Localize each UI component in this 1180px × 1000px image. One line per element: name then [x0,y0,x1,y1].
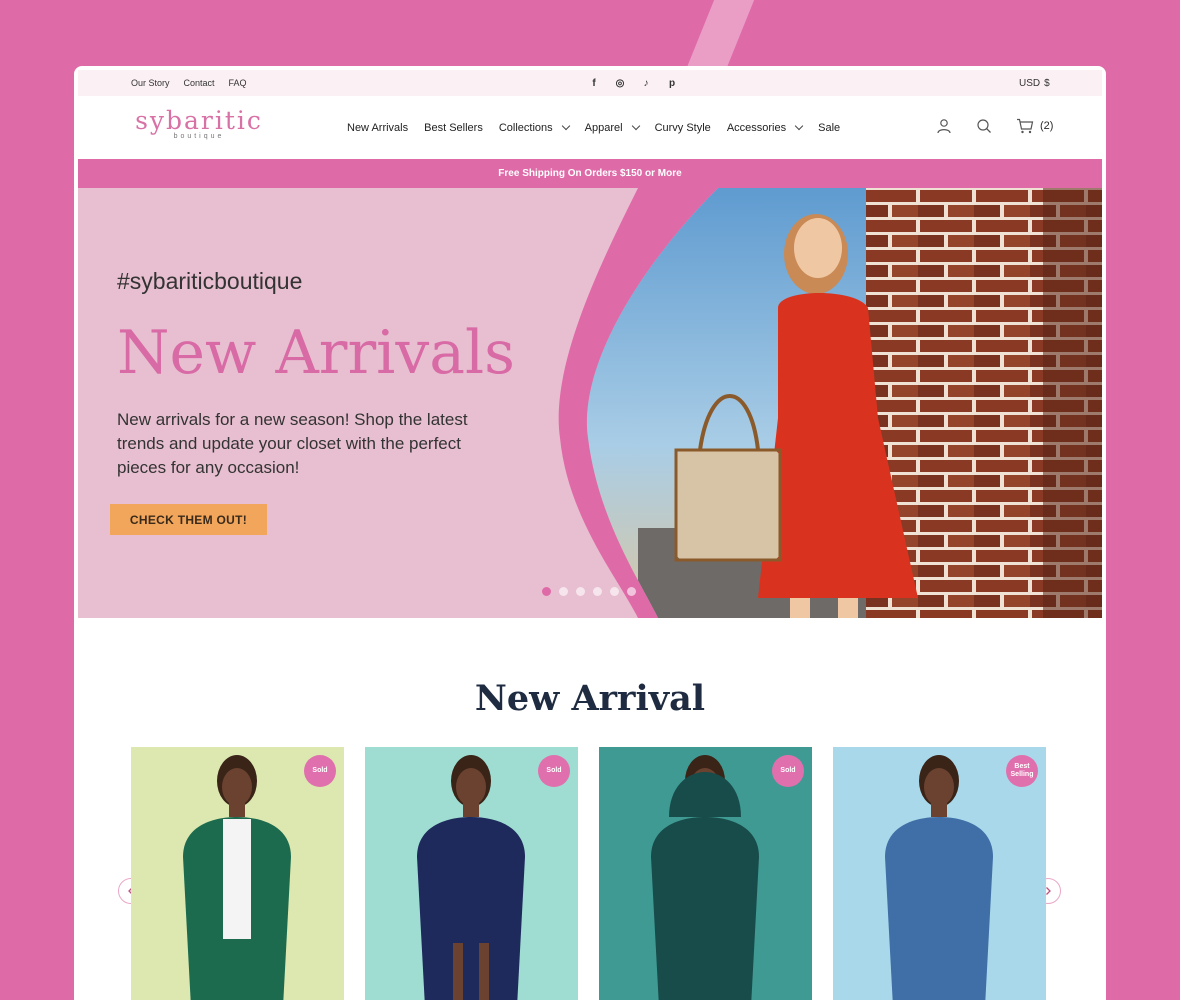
nav-apparel[interactable]: Apparel [585,121,640,134]
chevron-down-icon [561,121,570,131]
slider-dot[interactable] [593,587,602,596]
hero-image [78,188,1102,618]
tiktok-icon[interactable]: ♪ [640,78,652,89]
slider-dot[interactable] [576,587,585,596]
nav-new-arrivals[interactable]: New Arrivals [347,122,408,134]
cart-count: (2) [1040,120,1054,132]
hero-description: New arrivals for a new season! Shop the … [117,410,468,477]
section-title: New Arrival [474,678,706,719]
currency-selector[interactable]: USD $ [1019,78,1050,89]
instagram-icon[interactable]: ◎ [614,78,626,89]
promo-text: Free Shipping On Orders $150 or More [498,168,682,179]
hero-title: New Arrivals [117,318,515,388]
product-badge: Sold [304,755,336,787]
pinterest-icon[interactable]: p [666,78,678,89]
nav-curvy-style[interactable]: Curvy Style [655,122,711,134]
nav-accessories[interactable]: Accessories [727,121,804,134]
nav-sale[interactable]: Sale [818,122,840,134]
social-links: f ◎ ♪ p [588,78,678,89]
product-grid: Sold Sold Sold Best Selling [131,747,1046,1000]
hero-hashtag: #sybariticboutique [117,268,303,294]
facebook-icon[interactable]: f [588,78,600,89]
our-story-link[interactable]: Our Story [131,78,170,88]
browser-window: Our Story Contact FAQ f ◎ ♪ p USD $ syba… [74,66,1106,1000]
product-badge: Sold [538,755,570,787]
slider-dot[interactable] [542,587,551,596]
cart-button[interactable]: (2) [1016,118,1053,134]
utility-bar: Our Story Contact FAQ f ◎ ♪ p USD $ [78,70,1102,96]
product-card[interactable]: Sold [365,747,578,1000]
promo-bar: Free Shipping On Orders $150 or More [78,159,1102,188]
account-icon[interactable] [936,118,952,134]
nav-collections[interactable]: Collections [499,121,570,134]
nav-best-sellers[interactable]: Best Sellers [424,122,483,134]
product-card[interactable]: Sold [599,747,812,1000]
slider-dot[interactable] [559,587,568,596]
product-badge: Best Selling [1006,755,1038,787]
site-header: sybaritic boutique New Arrivals Best Sel… [78,96,1102,159]
chevron-down-icon [794,121,804,131]
chevron-down-icon [631,121,640,131]
search-icon[interactable] [976,118,992,134]
slider-dots [542,587,636,596]
logo[interactable]: sybaritic boutique [126,106,272,141]
header-actions: (2) [936,118,1053,134]
hero-banner: #sybariticboutique New Arrivals New arri… [78,188,1102,618]
slider-dot[interactable] [610,587,619,596]
product-card[interactable]: Sold [131,747,344,1000]
currency-symbol: $ [1044,77,1050,89]
slider-dot[interactable] [627,587,636,596]
product-badge: Sold [772,755,804,787]
currency-code: USD [1019,77,1041,89]
utility-links: Our Story Contact FAQ [131,78,247,88]
logo-wordmark: sybaritic [135,106,263,135]
contact-link[interactable]: Contact [184,78,215,88]
check-them-out-button[interactable]: CHECK THEM OUT! [110,504,267,535]
cart-icon [1017,118,1034,134]
faq-link[interactable]: FAQ [229,78,247,88]
product-card[interactable]: Best Selling [833,747,1046,1000]
main-nav: New Arrivals Best Sellers Collections Ap… [347,121,840,134]
